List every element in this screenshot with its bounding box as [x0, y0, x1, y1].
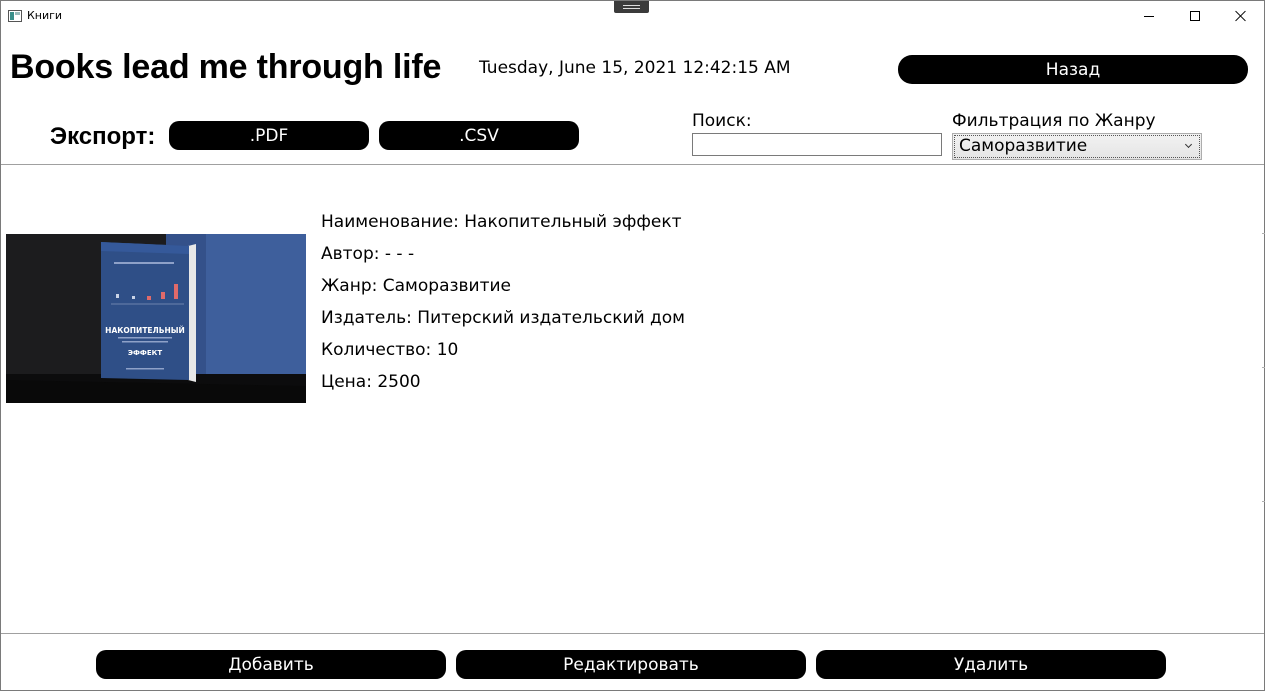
genre-filter-label: Фильтрация по Жанру: [952, 111, 1156, 131]
close-button[interactable]: [1218, 1, 1264, 31]
minimize-icon: [1144, 15, 1154, 17]
current-datetime: Tuesday, June 15, 2021 12:42:15 AM: [479, 58, 791, 78]
book-genre: Жанр: Саморазвитие: [321, 276, 512, 296]
search-input[interactable]: [692, 133, 942, 156]
drag-handle-icon[interactable]: [614, 1, 649, 13]
footer-divider: [1, 633, 1264, 634]
book-cover-image: НАКОПИТЕЛЬНЫЙ ЭФФЕКТ: [6, 234, 306, 403]
genre-filter-value: Саморазвитие: [959, 136, 1088, 156]
genre-filter-select[interactable]: Саморазвитие: [952, 133, 1202, 160]
edit-button[interactable]: Редактировать: [456, 650, 806, 679]
minimize-button[interactable]: [1126, 1, 1172, 31]
app-window-icon: [8, 10, 22, 22]
export-pdf-button[interactable]: .PDF: [169, 121, 369, 150]
maximize-icon: [1190, 11, 1200, 21]
page-title: Books lead me through life: [10, 48, 442, 86]
book-price: Цена: 2500: [321, 372, 421, 392]
export-csv-button[interactable]: .CSV: [379, 121, 579, 150]
export-label: Экспорт:: [50, 123, 156, 150]
delete-button[interactable]: Удалить: [816, 650, 1166, 679]
book-quantity: Количество: 10: [321, 340, 459, 360]
search-label: Поиск:: [692, 111, 752, 131]
close-icon: [1235, 10, 1247, 22]
cover-title-line1: НАКОПИТЕЛЬНЫЙ: [105, 326, 185, 335]
app-window: Книги Books lead me through life Tuesday…: [0, 0, 1265, 691]
book-publisher: Издатель: Питерский издательский дом: [321, 308, 686, 328]
cover-title-line2: ЭФФЕКТ: [128, 349, 163, 357]
add-button[interactable]: Добавить: [96, 650, 446, 679]
chevron-down-icon: [1184, 140, 1193, 149]
back-button[interactable]: Назад: [898, 55, 1248, 84]
book-author: Автор: - - -: [321, 244, 415, 264]
title-bar[interactable]: Книги: [1, 1, 1264, 31]
window-title: Книги: [27, 9, 63, 22]
book-name: Наименование: Накопительный эффект: [321, 212, 682, 232]
maximize-button[interactable]: [1172, 1, 1218, 31]
